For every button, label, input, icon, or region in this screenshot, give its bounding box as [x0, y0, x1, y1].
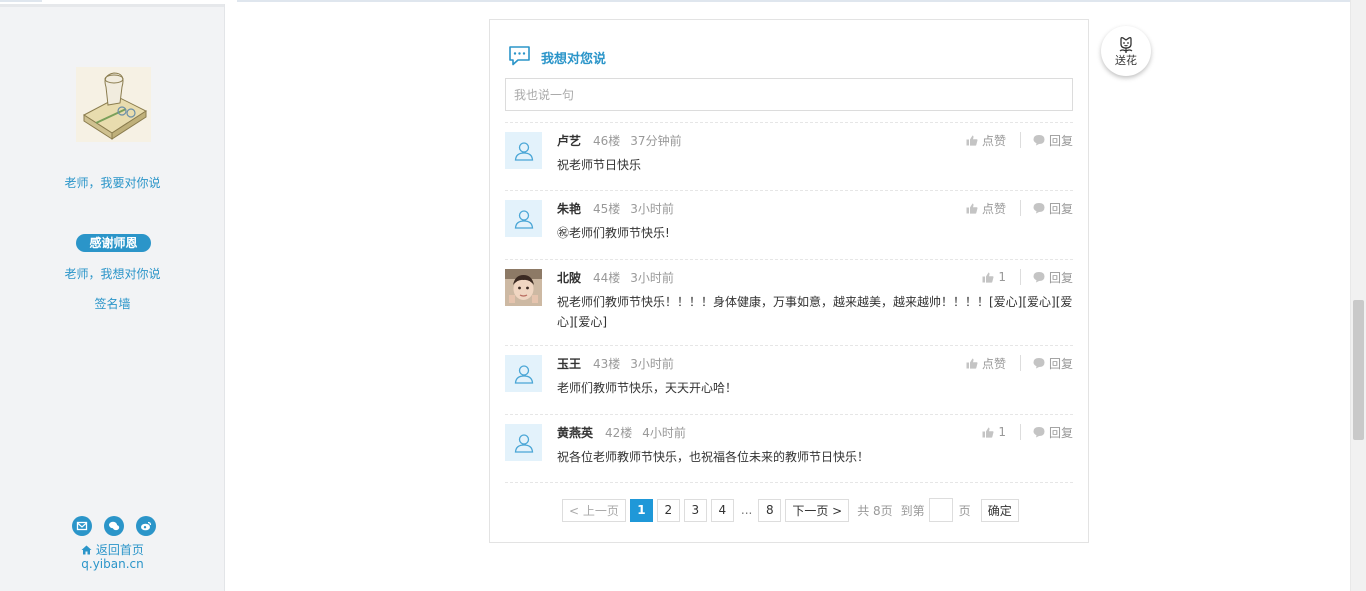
comment-floor: 45楼 [593, 201, 621, 216]
comment-text: ㊗老师们教师节快乐! [557, 226, 670, 240]
sidebar-link-signature-wall[interactable]: 签名墙 [0, 295, 225, 312]
like-label: 点赞 [981, 201, 1006, 216]
thumbs-up-icon [966, 135, 978, 146]
prev-page-button[interactable]: < 上一页 [562, 498, 626, 522]
comment-username[interactable]: 黄燕英 [557, 424, 593, 441]
next-page-button[interactable]: 下一页 > [785, 498, 850, 522]
activity-cover-image [76, 67, 151, 142]
chat-bubble-icon [508, 45, 531, 69]
reply-bubble-icon [1033, 203, 1045, 214]
scrollbar-thumb[interactable] [1353, 300, 1364, 440]
comment-item: 朱艳 45楼 3小时前 ㊗老师们教师节快乐! 点赞 回复 [505, 200, 1073, 248]
default-avatar-icon[interactable] [505, 200, 542, 237]
comment-floor: 43楼 [593, 356, 621, 371]
goto-confirm-button[interactable]: 确定 [980, 498, 1019, 522]
goto-label: 到第 [900, 503, 925, 518]
reply-label: 回复 [1048, 133, 1073, 148]
mail-icon[interactable] [72, 516, 92, 536]
thumbs-up-icon [966, 203, 978, 214]
sidebar: 老师，我要对你说 感谢师恩 老师，我想对你说 签名墙 返回首页 q.yiban.… [0, 4, 225, 591]
reply-bubble-icon [1033, 427, 1045, 438]
send-flower-label: 送花 [1115, 53, 1137, 67]
home-icon [81, 543, 96, 557]
default-avatar-icon[interactable] [505, 355, 542, 392]
comment-item: 北陂 44楼 3小时前 祝老师们教师节快乐！！！！身体健康，万事如意，越来越美，… [505, 269, 1073, 337]
like-label: 点赞 [981, 356, 1006, 371]
comment-item: 卢艺 46楼 37分钟前 祝老师节日快乐 点赞 回复 [505, 132, 1073, 180]
reply-button[interactable]: 回复 [1033, 424, 1073, 441]
reply-button[interactable]: 回复 [1033, 200, 1073, 217]
like-button[interactable]: 点赞 [966, 132, 1006, 149]
like-count: 1 [998, 425, 1006, 439]
weibo-icon[interactable] [136, 516, 156, 536]
like-button[interactable]: 点赞 [966, 200, 1006, 217]
page-button-1[interactable]: 1 [629, 498, 653, 522]
home-link-label: 返回首页 [95, 543, 144, 557]
default-avatar-icon[interactable] [505, 132, 542, 169]
panel-title: 我想对您说 [541, 51, 607, 67]
goto-unit: 页 [958, 503, 971, 518]
home-link[interactable]: 返回首页 [0, 541, 225, 558]
send-flower-button[interactable]: 送花 [1101, 26, 1151, 76]
share-row [72, 516, 156, 536]
comment-floor: 42楼 [605, 425, 633, 440]
thumbs-up-icon [982, 272, 994, 283]
comment-time: 3小时前 [630, 356, 674, 371]
reply-button[interactable]: 回复 [1033, 355, 1073, 372]
like-button[interactable]: 1 [982, 270, 1006, 284]
comment-username[interactable]: 卢艺 [557, 132, 581, 149]
default-avatar-icon[interactable] [505, 424, 542, 461]
comment-time: 3小时前 [630, 201, 674, 216]
comment-username[interactable]: 朱艳 [557, 200, 581, 217]
like-label: 点赞 [981, 133, 1006, 148]
reply-bubble-icon [1033, 358, 1045, 369]
thumbs-up-icon [982, 427, 994, 438]
pagination: < 上一页 1 2 3 4 ... 8 下一页 > 共 8页 到第 页 确定 [562, 498, 1019, 522]
page-total: 共 8页 [857, 503, 893, 518]
reply-label: 回复 [1048, 270, 1073, 285]
page-button-4[interactable]: 4 [710, 498, 734, 522]
comment-panel: 我想对您说 卢艺 46楼 37分钟前 祝老师节日快乐 点赞 [489, 19, 1089, 543]
page-scrollbar[interactable] [1350, 0, 1366, 591]
like-button[interactable]: 点赞 [966, 355, 1006, 372]
comment-time: 3小时前 [630, 270, 674, 285]
comment-text: 祝各位老师教师节快乐，也祝福各位未来的教师节日快乐！ [557, 450, 870, 464]
comment-input[interactable] [505, 78, 1073, 111]
reply-bubble-icon [1033, 135, 1045, 146]
comment-floor: 44楼 [593, 270, 621, 285]
comment-text: 祝老师节日快乐 [557, 158, 642, 172]
sidebar-link-speak[interactable]: 老师，我要对你说 [0, 174, 225, 191]
panel-header: 我想对您说 [508, 46, 606, 68]
reply-button[interactable]: 回复 [1033, 269, 1073, 286]
comment-item: 黄燕英 42楼 4小时前 祝各位老师教师节快乐，也祝福各位未来的教师节日快乐！ … [505, 424, 1073, 472]
reply-label: 回复 [1048, 201, 1073, 216]
reply-bubble-icon [1033, 272, 1045, 283]
site-url: q.yiban.cn [81, 557, 144, 571]
comment-time: 4小时前 [642, 425, 686, 440]
reply-button[interactable]: 回复 [1033, 132, 1073, 149]
goto-page-input[interactable] [928, 498, 953, 522]
thumbs-up-icon [966, 358, 978, 369]
flower-icon [1119, 36, 1133, 53]
page-ellipsis: ... [740, 503, 753, 517]
comment-text: 老师们教师节快乐，天天开心哈！ [557, 381, 738, 395]
wechat-icon[interactable] [104, 516, 124, 536]
comment-text: 祝老师们教师节快乐！！！！身体健康，万事如意，越来越美，越来越帅！！！！[爱心]… [557, 295, 1073, 329]
comment-username[interactable]: 北陂 [557, 269, 581, 286]
photo-avatar[interactable] [505, 269, 542, 306]
reply-label: 回复 [1048, 356, 1073, 371]
like-button[interactable]: 1 [982, 425, 1006, 439]
page-button-8[interactable]: 8 [758, 498, 782, 522]
sidebar-badge-thanks[interactable]: 感谢师恩 [76, 234, 151, 252]
page-button-2[interactable]: 2 [656, 498, 680, 522]
sidebar-link-think[interactable]: 老师，我想对你说 [0, 265, 225, 282]
comment-item: 玉王 43楼 3小时前 老师们教师节快乐，天天开心哈！ 点赞 回复 [505, 355, 1073, 403]
like-count: 1 [998, 270, 1006, 284]
comment-username[interactable]: 玉王 [557, 355, 581, 372]
reply-label: 回复 [1048, 425, 1073, 440]
comment-time: 37分钟前 [630, 133, 682, 148]
comment-floor: 46楼 [593, 133, 621, 148]
page-button-3[interactable]: 3 [683, 498, 707, 522]
